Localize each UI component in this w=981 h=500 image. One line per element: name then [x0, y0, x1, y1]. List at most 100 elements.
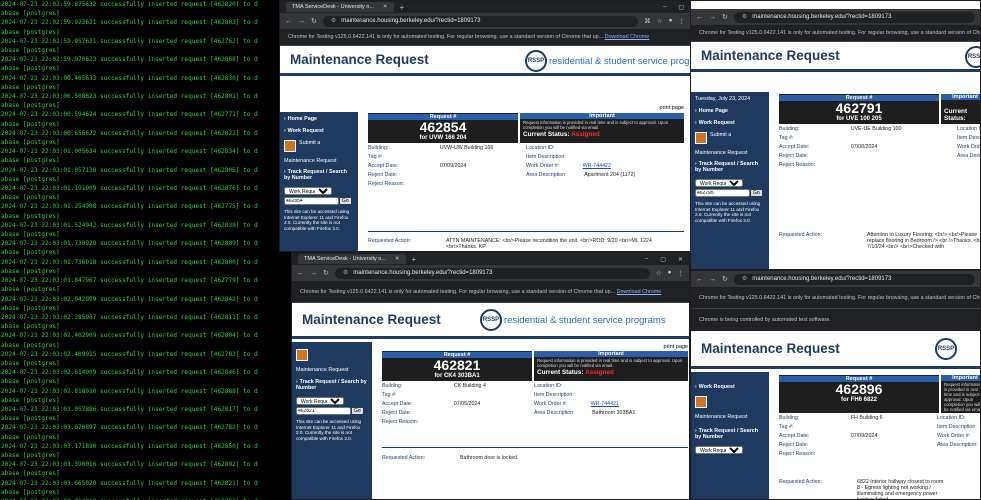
menu-icon[interactable]: ⋮ — [678, 269, 685, 277]
reject-date-label: Reject Date: — [779, 442, 809, 448]
building-row: Building: FH Building 6 — [779, 415, 883, 421]
back-icon[interactable]: ← — [297, 270, 304, 277]
go-button[interactable]: Go — [340, 198, 351, 204]
browser-window-2[interactable]: ← → ↻ ⚙ maintenance.housing.berkeley.edu/… — [690, 0, 981, 270]
browser-window-3[interactable]: TMA ServiceDesk - University o... ✕ + – ▢ ✕… — [291, 252, 690, 500]
nav-work-request[interactable]: › Work Request — [284, 128, 354, 134]
search-input[interactable] — [296, 407, 351, 415]
submit-request[interactable]: Submit a — [284, 140, 354, 152]
back-icon[interactable]: ← — [696, 276, 703, 283]
profile-icon[interactable]: ● — [668, 269, 672, 277]
nav-home-label: Home Page — [287, 116, 318, 122]
nav-track-request[interactable]: › Track Request / Search by Number — [296, 379, 368, 391]
request-type-select[interactable]: Work Request — [296, 397, 344, 405]
terminal-line: 2024-07-23 22:03:00.508623 successfully … — [1, 93, 258, 101]
forward-icon[interactable]: → — [298, 18, 305, 25]
bookmark-star-icon[interactable]: ☆ — [656, 269, 662, 277]
terminal-line: abase [postgres] — [1, 470, 60, 478]
request-header: Request # 462854 for UVW 166 204 Importa… — [368, 113, 684, 143]
reject-reason-label: Reject Reason: — [382, 419, 419, 425]
terminal-line: abase [postgres] — [1, 28, 60, 36]
work-order-link[interactable]: WR-744422 — [583, 163, 611, 169]
tab-close-icon[interactable]: ✕ — [395, 254, 400, 264]
address-field[interactable]: ⚙ maintenance.housing.berkeley.edu/?recti… — [733, 11, 975, 23]
download-chrome-link[interactable]: Download Chrome — [605, 34, 650, 40]
nav-track-request[interactable]: › Track Request / Search by Number — [695, 428, 765, 440]
close-window-icon[interactable]: ✕ — [678, 256, 683, 263]
minimize-icon[interactable]: – — [645, 256, 648, 263]
terminal-line: 2024-07-23 22:03:03.057886 successfully … — [1, 405, 258, 413]
tagline: residential & student service programs — [504, 315, 666, 326]
maximize-icon[interactable]: ▢ — [660, 256, 666, 263]
new-tab-icon[interactable]: + — [412, 255, 417, 264]
url-bar: ← → ↻ ⚙ maintenance.housing.berkeley.edu/… — [280, 13, 690, 29]
infobar-text: Chrome for Testing v125.0.6422.141 is on… — [288, 34, 604, 40]
terminal-window[interactable]: 2024-07-23 22:02:59.875632 successfully … — [0, 0, 292, 500]
nav-track-request[interactable]: › Track Request / Search by Number — [284, 169, 354, 181]
terminal-line: 2024-07-23 22:03:01.847967 successfully … — [1, 277, 258, 285]
nav-home[interactable]: › Home Page — [695, 108, 765, 114]
site-info-icon[interactable]: ⚙ — [343, 268, 348, 279]
forward-icon[interactable]: → — [709, 276, 716, 283]
request-type-select[interactable]: Work Request — [695, 179, 743, 187]
back-icon[interactable]: ← — [696, 14, 703, 21]
nav-work-request[interactable]: › Work Request — [695, 384, 765, 390]
new-tab-icon[interactable]: + — [400, 3, 405, 12]
important-panel: Important Current Status: — [939, 94, 980, 124]
page: Maintenance Request RSSP › Work Request M… — [691, 331, 980, 499]
terminal-line: 2024-07-23 22:03:03.390016 successfully … — [1, 461, 258, 469]
tag-label: Tag #: — [779, 135, 794, 141]
terminal-line: abase [postgres] — [1, 396, 60, 404]
submit-request[interactable] — [695, 396, 765, 408]
status-value: Assigned — [571, 131, 600, 138]
accept-date-value: 07/08/2024 — [850, 144, 878, 150]
tab-servicedesk[interactable]: TMA ServiceDesk - University o... ✕ — [298, 254, 406, 264]
tab-servicedesk[interactable]: TMA ServiceDesk - University o... ✕ — [286, 2, 394, 12]
browser-window-1[interactable]: TMA ServiceDesk - University o... ✕ + – ▢ … — [279, 0, 691, 252]
tab-close-icon[interactable]: ✕ — [383, 2, 388, 12]
forward-icon[interactable]: → — [310, 270, 317, 277]
menu-icon[interactable]: ⋮ — [679, 17, 686, 25]
site-info-icon[interactable]: ⚙ — [742, 12, 747, 23]
reload-icon[interactable]: ↻ — [722, 13, 728, 21]
tag-row: Tag #: — [779, 135, 793, 141]
download-chrome-link[interactable]: Download Chrome — [617, 289, 662, 295]
address-field[interactable]: ⚙ maintenance.housing.berkeley.edu/?recti… — [334, 267, 650, 279]
back-icon[interactable]: ← — [285, 18, 292, 25]
print-link[interactable]: print page — [660, 105, 684, 111]
reload-icon[interactable]: ↻ — [323, 269, 329, 277]
maximize-icon[interactable]: ▢ — [678, 4, 684, 11]
nav-work-request[interactable]: › Work Request — [695, 120, 765, 126]
translate-icon[interactable]: ⌘ — [644, 17, 651, 25]
forward-icon[interactable]: → — [709, 14, 716, 21]
important-panel: Important Request information is provide… — [939, 375, 980, 413]
site-info-icon[interactable]: ⚙ — [742, 274, 747, 285]
minimize-icon[interactable]: – — [663, 4, 666, 11]
submit-request[interactable]: Submit a — [695, 132, 765, 144]
bookmark-star-icon[interactable]: ☆ — [657, 17, 663, 25]
terminal-line: abase [postgres] — [1, 267, 60, 275]
address-field[interactable]: ⚙ maintenance.housing.berkeley.edu/?recti… — [733, 273, 975, 285]
terminal-line: 2024-07-23 22:02:59.957621 successfully … — [1, 37, 258, 45]
search-input[interactable] — [695, 189, 750, 197]
reload-icon[interactable]: ↻ — [722, 275, 728, 283]
address-field[interactable]: ⚙ maintenance.housing.berkeley.edu/?recti… — [322, 15, 639, 27]
item-description-label: Item Description: — [526, 154, 566, 160]
nav-home[interactable]: › Home Page — [284, 116, 354, 122]
accept-date-row: Accept Date: 07/09/2024 — [779, 433, 877, 439]
print-link[interactable]: print page — [664, 344, 688, 350]
sidebar: Maintenance Request › Track Request / Sea… — [292, 342, 372, 499]
accept-date-value: 07/05/2024 — [453, 401, 481, 407]
submit-request[interactable] — [296, 349, 368, 361]
go-button[interactable]: Go — [352, 408, 363, 414]
profile-icon[interactable]: ● — [669, 17, 673, 25]
work-order-link[interactable]: WR-744421 — [591, 401, 619, 407]
search-input[interactable] — [284, 197, 339, 205]
request-type-select[interactable]: Work Request — [284, 187, 332, 195]
request-type-select[interactable]: Work Request — [695, 446, 743, 454]
go-button[interactable]: Go — [751, 190, 762, 196]
site-info-icon[interactable]: ⚙ — [331, 16, 336, 27]
nav-track-request[interactable]: › Track Request / Search by Number — [695, 161, 765, 173]
browser-window-4[interactable]: ← → ↻ ⚙ maintenance.housing.berkeley.edu/… — [690, 270, 981, 500]
reload-icon[interactable]: ↻ — [311, 17, 317, 25]
